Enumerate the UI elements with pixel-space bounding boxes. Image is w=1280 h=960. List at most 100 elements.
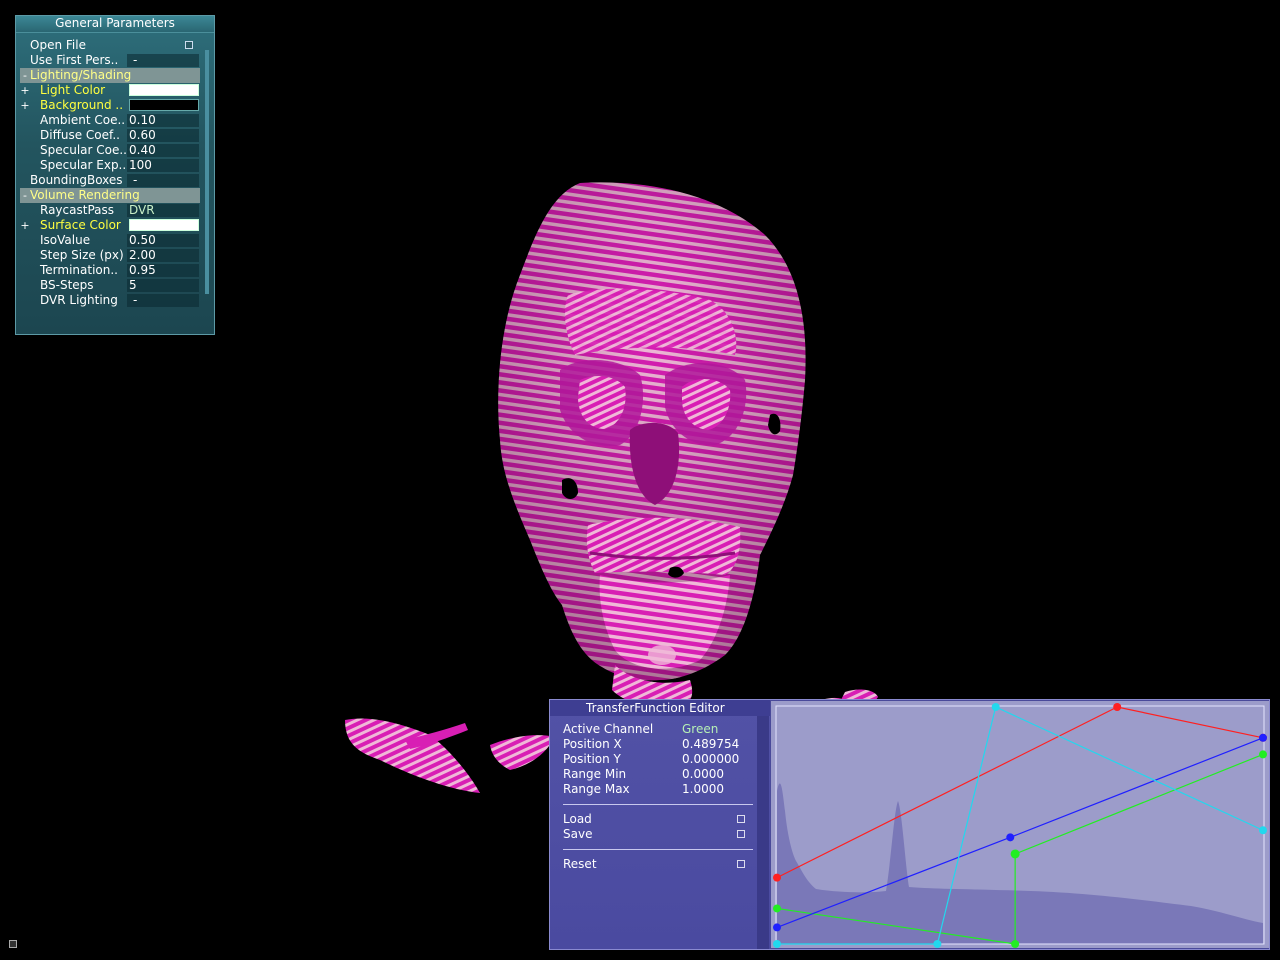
alpha-control-point[interactable] bbox=[1259, 826, 1267, 835]
param-label: Ambient Coe.. bbox=[40, 113, 126, 127]
light-color-swatch[interactable] bbox=[129, 84, 199, 96]
blue-control-point[interactable] bbox=[773, 923, 781, 932]
param-value[interactable]: 0.95 bbox=[127, 264, 199, 277]
alpha-control-point[interactable] bbox=[773, 940, 781, 948]
param-value[interactable]: 0.40 bbox=[127, 144, 199, 157]
position-y-label: Position Y bbox=[563, 752, 621, 766]
param-iso-value[interactable]: IsoValue 0.50 bbox=[20, 233, 200, 248]
corner-icon[interactable] bbox=[9, 940, 17, 948]
param-label: BoundingBoxes bbox=[30, 173, 123, 187]
collapse-toggle[interactable]: - bbox=[20, 68, 30, 83]
transfer-function-editor: TransferFunction Editor Active Channel G… bbox=[549, 699, 1270, 950]
reset-button[interactable]: Reset bbox=[563, 857, 763, 872]
editor-scrollbar[interactable] bbox=[757, 716, 769, 949]
param-value[interactable]: - bbox=[127, 174, 199, 187]
divider bbox=[563, 849, 753, 850]
param-value[interactable]: 2.00 bbox=[127, 249, 199, 262]
skull-surface bbox=[498, 182, 806, 708]
range-max-value[interactable]: 1.0000 bbox=[682, 782, 724, 797]
alpha-control-point[interactable] bbox=[933, 940, 942, 948]
expand-toggle[interactable]: + bbox=[20, 98, 30, 113]
param-label: DVR Lighting bbox=[40, 293, 118, 307]
param-bounding-boxes[interactable]: BoundingBoxes - bbox=[20, 173, 200, 188]
range-min-value[interactable]: 0.0000 bbox=[682, 767, 724, 782]
reset-checkbox[interactable] bbox=[737, 860, 745, 868]
green-control-point[interactable] bbox=[1259, 750, 1267, 759]
panel-title: General Parameters bbox=[16, 16, 214, 33]
param-label: Termination.. bbox=[40, 263, 118, 277]
expand-toggle[interactable]: + bbox=[20, 218, 30, 233]
param-label: Open File bbox=[30, 38, 86, 52]
red-control-point[interactable] bbox=[773, 873, 781, 882]
reset-label: Reset bbox=[563, 857, 597, 871]
section-label: Volume Rendering bbox=[30, 188, 140, 202]
param-label: RaycastPass bbox=[40, 203, 114, 217]
range-min-row[interactable]: Range Min 0.0000 bbox=[563, 767, 763, 782]
active-channel-row[interactable]: Active Channel Green bbox=[563, 722, 763, 737]
load-button[interactable]: Load bbox=[563, 812, 763, 827]
panel-scrollbar[interactable] bbox=[205, 50, 209, 294]
blue-control-point[interactable] bbox=[1006, 833, 1015, 842]
param-value[interactable]: 0.10 bbox=[127, 114, 199, 127]
open-file-checkbox[interactable] bbox=[185, 41, 193, 49]
param-raycast-pass[interactable]: RaycastPass DVR bbox=[20, 203, 200, 218]
param-surface-color[interactable]: + Surface Color bbox=[20, 218, 200, 233]
param-value[interactable]: - bbox=[127, 54, 199, 67]
param-label: Light Color bbox=[40, 83, 106, 97]
position-x-row[interactable]: Position X 0.489754 bbox=[563, 737, 763, 752]
red-control-point[interactable] bbox=[1113, 703, 1122, 711]
param-value[interactable]: 100 bbox=[127, 159, 199, 172]
param-label: BS-Steps bbox=[40, 278, 94, 292]
active-channel-value[interactable]: Green bbox=[682, 722, 718, 737]
param-value[interactable]: DVR bbox=[127, 204, 199, 217]
param-step-size[interactable]: Step Size (px) 2.00 bbox=[20, 248, 200, 263]
save-checkbox[interactable] bbox=[737, 830, 745, 838]
range-max-label: Range Max bbox=[563, 782, 630, 796]
param-bs-steps[interactable]: BS-Steps 5 bbox=[20, 278, 200, 293]
active-channel-label: Active Channel bbox=[563, 722, 654, 736]
background-color-swatch[interactable] bbox=[129, 99, 199, 111]
param-diffuse-coefficient[interactable]: Diffuse Coef.. 0.60 bbox=[20, 128, 200, 143]
param-use-first-person[interactable]: Use First Pers.. - bbox=[20, 53, 200, 68]
transfer-function-plot[interactable] bbox=[771, 701, 1269, 948]
param-value[interactable]: - bbox=[127, 294, 199, 307]
param-ambient-coefficient[interactable]: Ambient Coe.. 0.10 bbox=[20, 113, 200, 128]
surface-color-swatch[interactable] bbox=[129, 219, 199, 231]
position-y-row[interactable]: Position Y 0.000000 bbox=[563, 752, 763, 767]
range-max-row[interactable]: Range Max 1.0000 bbox=[563, 782, 763, 797]
alpha-control-point[interactable] bbox=[991, 703, 1000, 711]
range-min-label: Range Min bbox=[563, 767, 627, 781]
load-checkbox[interactable] bbox=[737, 815, 745, 823]
save-label: Save bbox=[563, 827, 593, 841]
blue-control-point[interactable] bbox=[1259, 733, 1267, 742]
param-value[interactable]: 5 bbox=[127, 279, 199, 292]
position-x-label: Position X bbox=[563, 737, 622, 751]
save-button[interactable]: Save bbox=[563, 827, 763, 842]
param-label: Diffuse Coef.. bbox=[40, 128, 120, 142]
green-control-point[interactable] bbox=[1011, 940, 1020, 948]
section-volume-rendering[interactable]: - Volume Rendering bbox=[20, 188, 200, 203]
load-label: Load bbox=[563, 812, 592, 826]
param-label: Specular Exp.. bbox=[40, 158, 127, 172]
section-lighting-shading[interactable]: - Lighting/Shading bbox=[20, 68, 200, 83]
param-background-color[interactable]: + Background .. bbox=[20, 98, 200, 113]
param-label: Specular Coe.. bbox=[40, 143, 127, 157]
param-label: Surface Color bbox=[40, 218, 121, 232]
editor-controls: TransferFunction Editor Active Channel G… bbox=[550, 700, 770, 949]
collapse-toggle[interactable]: - bbox=[20, 188, 30, 203]
param-open-file[interactable]: Open File bbox=[20, 38, 200, 53]
param-termination[interactable]: Termination.. 0.95 bbox=[20, 263, 200, 278]
editor-title: TransferFunction Editor bbox=[586, 701, 725, 715]
param-light-color[interactable]: + Light Color bbox=[20, 83, 200, 98]
green-control-point[interactable] bbox=[1010, 849, 1020, 859]
param-specular-coefficient[interactable]: Specular Coe.. 0.40 bbox=[20, 143, 200, 158]
param-specular-exponent[interactable]: Specular Exp.. 100 bbox=[20, 158, 200, 173]
position-y-value[interactable]: 0.000000 bbox=[682, 752, 739, 767]
expand-toggle[interactable]: + bbox=[20, 83, 30, 98]
green-control-point[interactable] bbox=[773, 904, 781, 913]
position-x-value[interactable]: 0.489754 bbox=[682, 737, 739, 752]
general-parameters-panel: General Parameters Open File Use First P… bbox=[15, 15, 215, 335]
param-value[interactable]: 0.60 bbox=[127, 129, 199, 142]
param-dvr-lighting[interactable]: DVR Lighting - bbox=[20, 293, 200, 308]
param-value[interactable]: 0.50 bbox=[127, 234, 199, 247]
